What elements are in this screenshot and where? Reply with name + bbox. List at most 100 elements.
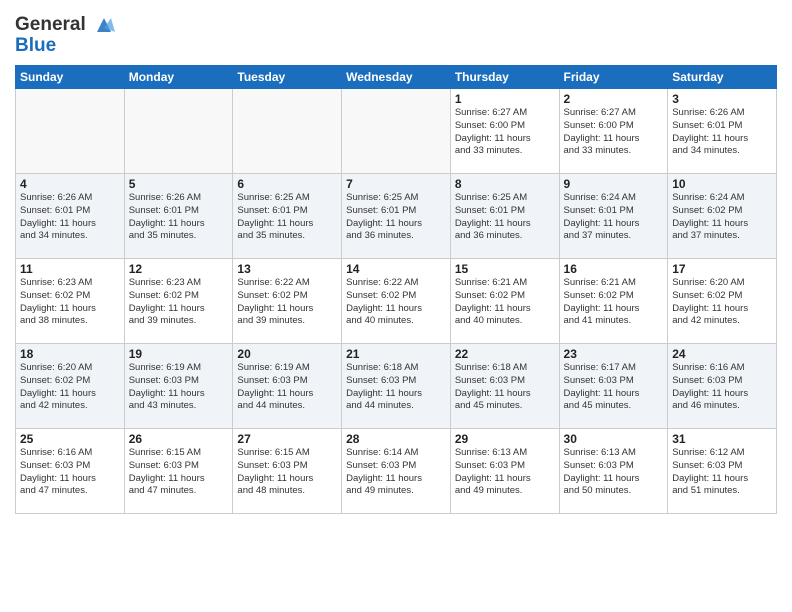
day-detail: Sunrise: 6:25 AMSunset: 6:01 PMDaylight:… xyxy=(346,192,446,243)
day-number: 17 xyxy=(672,262,772,276)
calendar-cell xyxy=(342,88,451,173)
day-detail: Sunrise: 6:20 AMSunset: 6:02 PMDaylight:… xyxy=(672,277,772,328)
calendar-week-row: 25Sunrise: 6:16 AMSunset: 6:03 PMDayligh… xyxy=(16,428,777,513)
weekday-header: Sunday xyxy=(16,65,125,88)
calendar-cell: 11Sunrise: 6:23 AMSunset: 6:02 PMDayligh… xyxy=(16,258,125,343)
weekday-header: Monday xyxy=(124,65,233,88)
calendar-header-row: SundayMondayTuesdayWednesdayThursdayFrid… xyxy=(16,65,777,88)
calendar-cell: 19Sunrise: 6:19 AMSunset: 6:03 PMDayligh… xyxy=(124,343,233,428)
day-number: 1 xyxy=(455,92,555,106)
calendar-cell: 10Sunrise: 6:24 AMSunset: 6:02 PMDayligh… xyxy=(668,173,777,258)
calendar-cell: 1Sunrise: 6:27 AMSunset: 6:00 PMDaylight… xyxy=(450,88,559,173)
calendar-cell: 21Sunrise: 6:18 AMSunset: 6:03 PMDayligh… xyxy=(342,343,451,428)
day-detail: Sunrise: 6:21 AMSunset: 6:02 PMDaylight:… xyxy=(564,277,664,328)
weekday-header: Tuesday xyxy=(233,65,342,88)
day-detail: Sunrise: 6:13 AMSunset: 6:03 PMDaylight:… xyxy=(564,447,664,498)
day-number: 25 xyxy=(20,432,120,446)
day-number: 27 xyxy=(237,432,337,446)
day-detail: Sunrise: 6:13 AMSunset: 6:03 PMDaylight:… xyxy=(455,447,555,498)
day-number: 19 xyxy=(129,347,229,361)
day-number: 20 xyxy=(237,347,337,361)
day-number: 16 xyxy=(564,262,664,276)
day-number: 21 xyxy=(346,347,446,361)
day-number: 26 xyxy=(129,432,229,446)
logo-blue: Blue xyxy=(15,36,115,57)
day-detail: Sunrise: 6:15 AMSunset: 6:03 PMDaylight:… xyxy=(129,447,229,498)
calendar-week-row: 18Sunrise: 6:20 AMSunset: 6:02 PMDayligh… xyxy=(16,343,777,428)
calendar-cell: 25Sunrise: 6:16 AMSunset: 6:03 PMDayligh… xyxy=(16,428,125,513)
day-detail: Sunrise: 6:24 AMSunset: 6:02 PMDaylight:… xyxy=(672,192,772,243)
logo-icon xyxy=(93,14,115,36)
calendar-cell xyxy=(124,88,233,173)
day-detail: Sunrise: 6:23 AMSunset: 6:02 PMDaylight:… xyxy=(129,277,229,328)
day-number: 11 xyxy=(20,262,120,276)
day-detail: Sunrise: 6:25 AMSunset: 6:01 PMDaylight:… xyxy=(237,192,337,243)
day-number: 28 xyxy=(346,432,446,446)
weekday-header: Thursday xyxy=(450,65,559,88)
calendar-cell: 20Sunrise: 6:19 AMSunset: 6:03 PMDayligh… xyxy=(233,343,342,428)
calendar-cell: 17Sunrise: 6:20 AMSunset: 6:02 PMDayligh… xyxy=(668,258,777,343)
calendar-cell: 18Sunrise: 6:20 AMSunset: 6:02 PMDayligh… xyxy=(16,343,125,428)
calendar-cell: 5Sunrise: 6:26 AMSunset: 6:01 PMDaylight… xyxy=(124,173,233,258)
day-detail: Sunrise: 6:24 AMSunset: 6:01 PMDaylight:… xyxy=(564,192,664,243)
calendar-cell: 8Sunrise: 6:25 AMSunset: 6:01 PMDaylight… xyxy=(450,173,559,258)
day-number: 3 xyxy=(672,92,772,106)
calendar-table: SundayMondayTuesdayWednesdayThursdayFrid… xyxy=(15,65,777,514)
day-detail: Sunrise: 6:22 AMSunset: 6:02 PMDaylight:… xyxy=(346,277,446,328)
day-number: 7 xyxy=(346,177,446,191)
day-number: 24 xyxy=(672,347,772,361)
day-detail: Sunrise: 6:27 AMSunset: 6:00 PMDaylight:… xyxy=(564,107,664,158)
calendar-cell: 2Sunrise: 6:27 AMSunset: 6:00 PMDaylight… xyxy=(559,88,668,173)
day-number: 12 xyxy=(129,262,229,276)
calendar-cell: 22Sunrise: 6:18 AMSunset: 6:03 PMDayligh… xyxy=(450,343,559,428)
day-number: 22 xyxy=(455,347,555,361)
day-detail: Sunrise: 6:22 AMSunset: 6:02 PMDaylight:… xyxy=(237,277,337,328)
day-detail: Sunrise: 6:21 AMSunset: 6:02 PMDaylight:… xyxy=(455,277,555,328)
calendar-cell: 27Sunrise: 6:15 AMSunset: 6:03 PMDayligh… xyxy=(233,428,342,513)
day-detail: Sunrise: 6:26 AMSunset: 6:01 PMDaylight:… xyxy=(129,192,229,243)
day-detail: Sunrise: 6:23 AMSunset: 6:02 PMDaylight:… xyxy=(20,277,120,328)
calendar-cell: 30Sunrise: 6:13 AMSunset: 6:03 PMDayligh… xyxy=(559,428,668,513)
calendar-cell: 16Sunrise: 6:21 AMSunset: 6:02 PMDayligh… xyxy=(559,258,668,343)
calendar-cell: 3Sunrise: 6:26 AMSunset: 6:01 PMDaylight… xyxy=(668,88,777,173)
day-number: 29 xyxy=(455,432,555,446)
weekday-header: Wednesday xyxy=(342,65,451,88)
day-detail: Sunrise: 6:17 AMSunset: 6:03 PMDaylight:… xyxy=(564,362,664,413)
day-detail: Sunrise: 6:18 AMSunset: 6:03 PMDaylight:… xyxy=(455,362,555,413)
day-number: 2 xyxy=(564,92,664,106)
calendar-cell: 12Sunrise: 6:23 AMSunset: 6:02 PMDayligh… xyxy=(124,258,233,343)
day-detail: Sunrise: 6:27 AMSunset: 6:00 PMDaylight:… xyxy=(455,107,555,158)
day-number: 31 xyxy=(672,432,772,446)
calendar-cell: 24Sunrise: 6:16 AMSunset: 6:03 PMDayligh… xyxy=(668,343,777,428)
day-number: 6 xyxy=(237,177,337,191)
calendar-cell: 9Sunrise: 6:24 AMSunset: 6:01 PMDaylight… xyxy=(559,173,668,258)
logo: General Blue xyxy=(15,14,115,57)
day-detail: Sunrise: 6:18 AMSunset: 6:03 PMDaylight:… xyxy=(346,362,446,413)
day-number: 8 xyxy=(455,177,555,191)
calendar-cell: 23Sunrise: 6:17 AMSunset: 6:03 PMDayligh… xyxy=(559,343,668,428)
page: General Blue SundayMondayTuesdayWednesda… xyxy=(0,0,792,612)
day-number: 13 xyxy=(237,262,337,276)
day-detail: Sunrise: 6:15 AMSunset: 6:03 PMDaylight:… xyxy=(237,447,337,498)
day-detail: Sunrise: 6:25 AMSunset: 6:01 PMDaylight:… xyxy=(455,192,555,243)
calendar-cell xyxy=(233,88,342,173)
day-detail: Sunrise: 6:19 AMSunset: 6:03 PMDaylight:… xyxy=(129,362,229,413)
day-number: 4 xyxy=(20,177,120,191)
calendar-week-row: 4Sunrise: 6:26 AMSunset: 6:01 PMDaylight… xyxy=(16,173,777,258)
day-number: 5 xyxy=(129,177,229,191)
day-detail: Sunrise: 6:20 AMSunset: 6:02 PMDaylight:… xyxy=(20,362,120,413)
calendar-cell: 26Sunrise: 6:15 AMSunset: 6:03 PMDayligh… xyxy=(124,428,233,513)
calendar-cell: 31Sunrise: 6:12 AMSunset: 6:03 PMDayligh… xyxy=(668,428,777,513)
day-detail: Sunrise: 6:14 AMSunset: 6:03 PMDaylight:… xyxy=(346,447,446,498)
calendar-week-row: 11Sunrise: 6:23 AMSunset: 6:02 PMDayligh… xyxy=(16,258,777,343)
header: General Blue xyxy=(15,10,777,57)
day-detail: Sunrise: 6:19 AMSunset: 6:03 PMDaylight:… xyxy=(237,362,337,413)
logo-general: General xyxy=(15,14,86,35)
day-detail: Sunrise: 6:26 AMSunset: 6:01 PMDaylight:… xyxy=(672,107,772,158)
day-detail: Sunrise: 6:26 AMSunset: 6:01 PMDaylight:… xyxy=(20,192,120,243)
calendar-cell: 4Sunrise: 6:26 AMSunset: 6:01 PMDaylight… xyxy=(16,173,125,258)
calendar-cell: 13Sunrise: 6:22 AMSunset: 6:02 PMDayligh… xyxy=(233,258,342,343)
calendar-cell: 28Sunrise: 6:14 AMSunset: 6:03 PMDayligh… xyxy=(342,428,451,513)
calendar-cell: 7Sunrise: 6:25 AMSunset: 6:01 PMDaylight… xyxy=(342,173,451,258)
weekday-header: Saturday xyxy=(668,65,777,88)
